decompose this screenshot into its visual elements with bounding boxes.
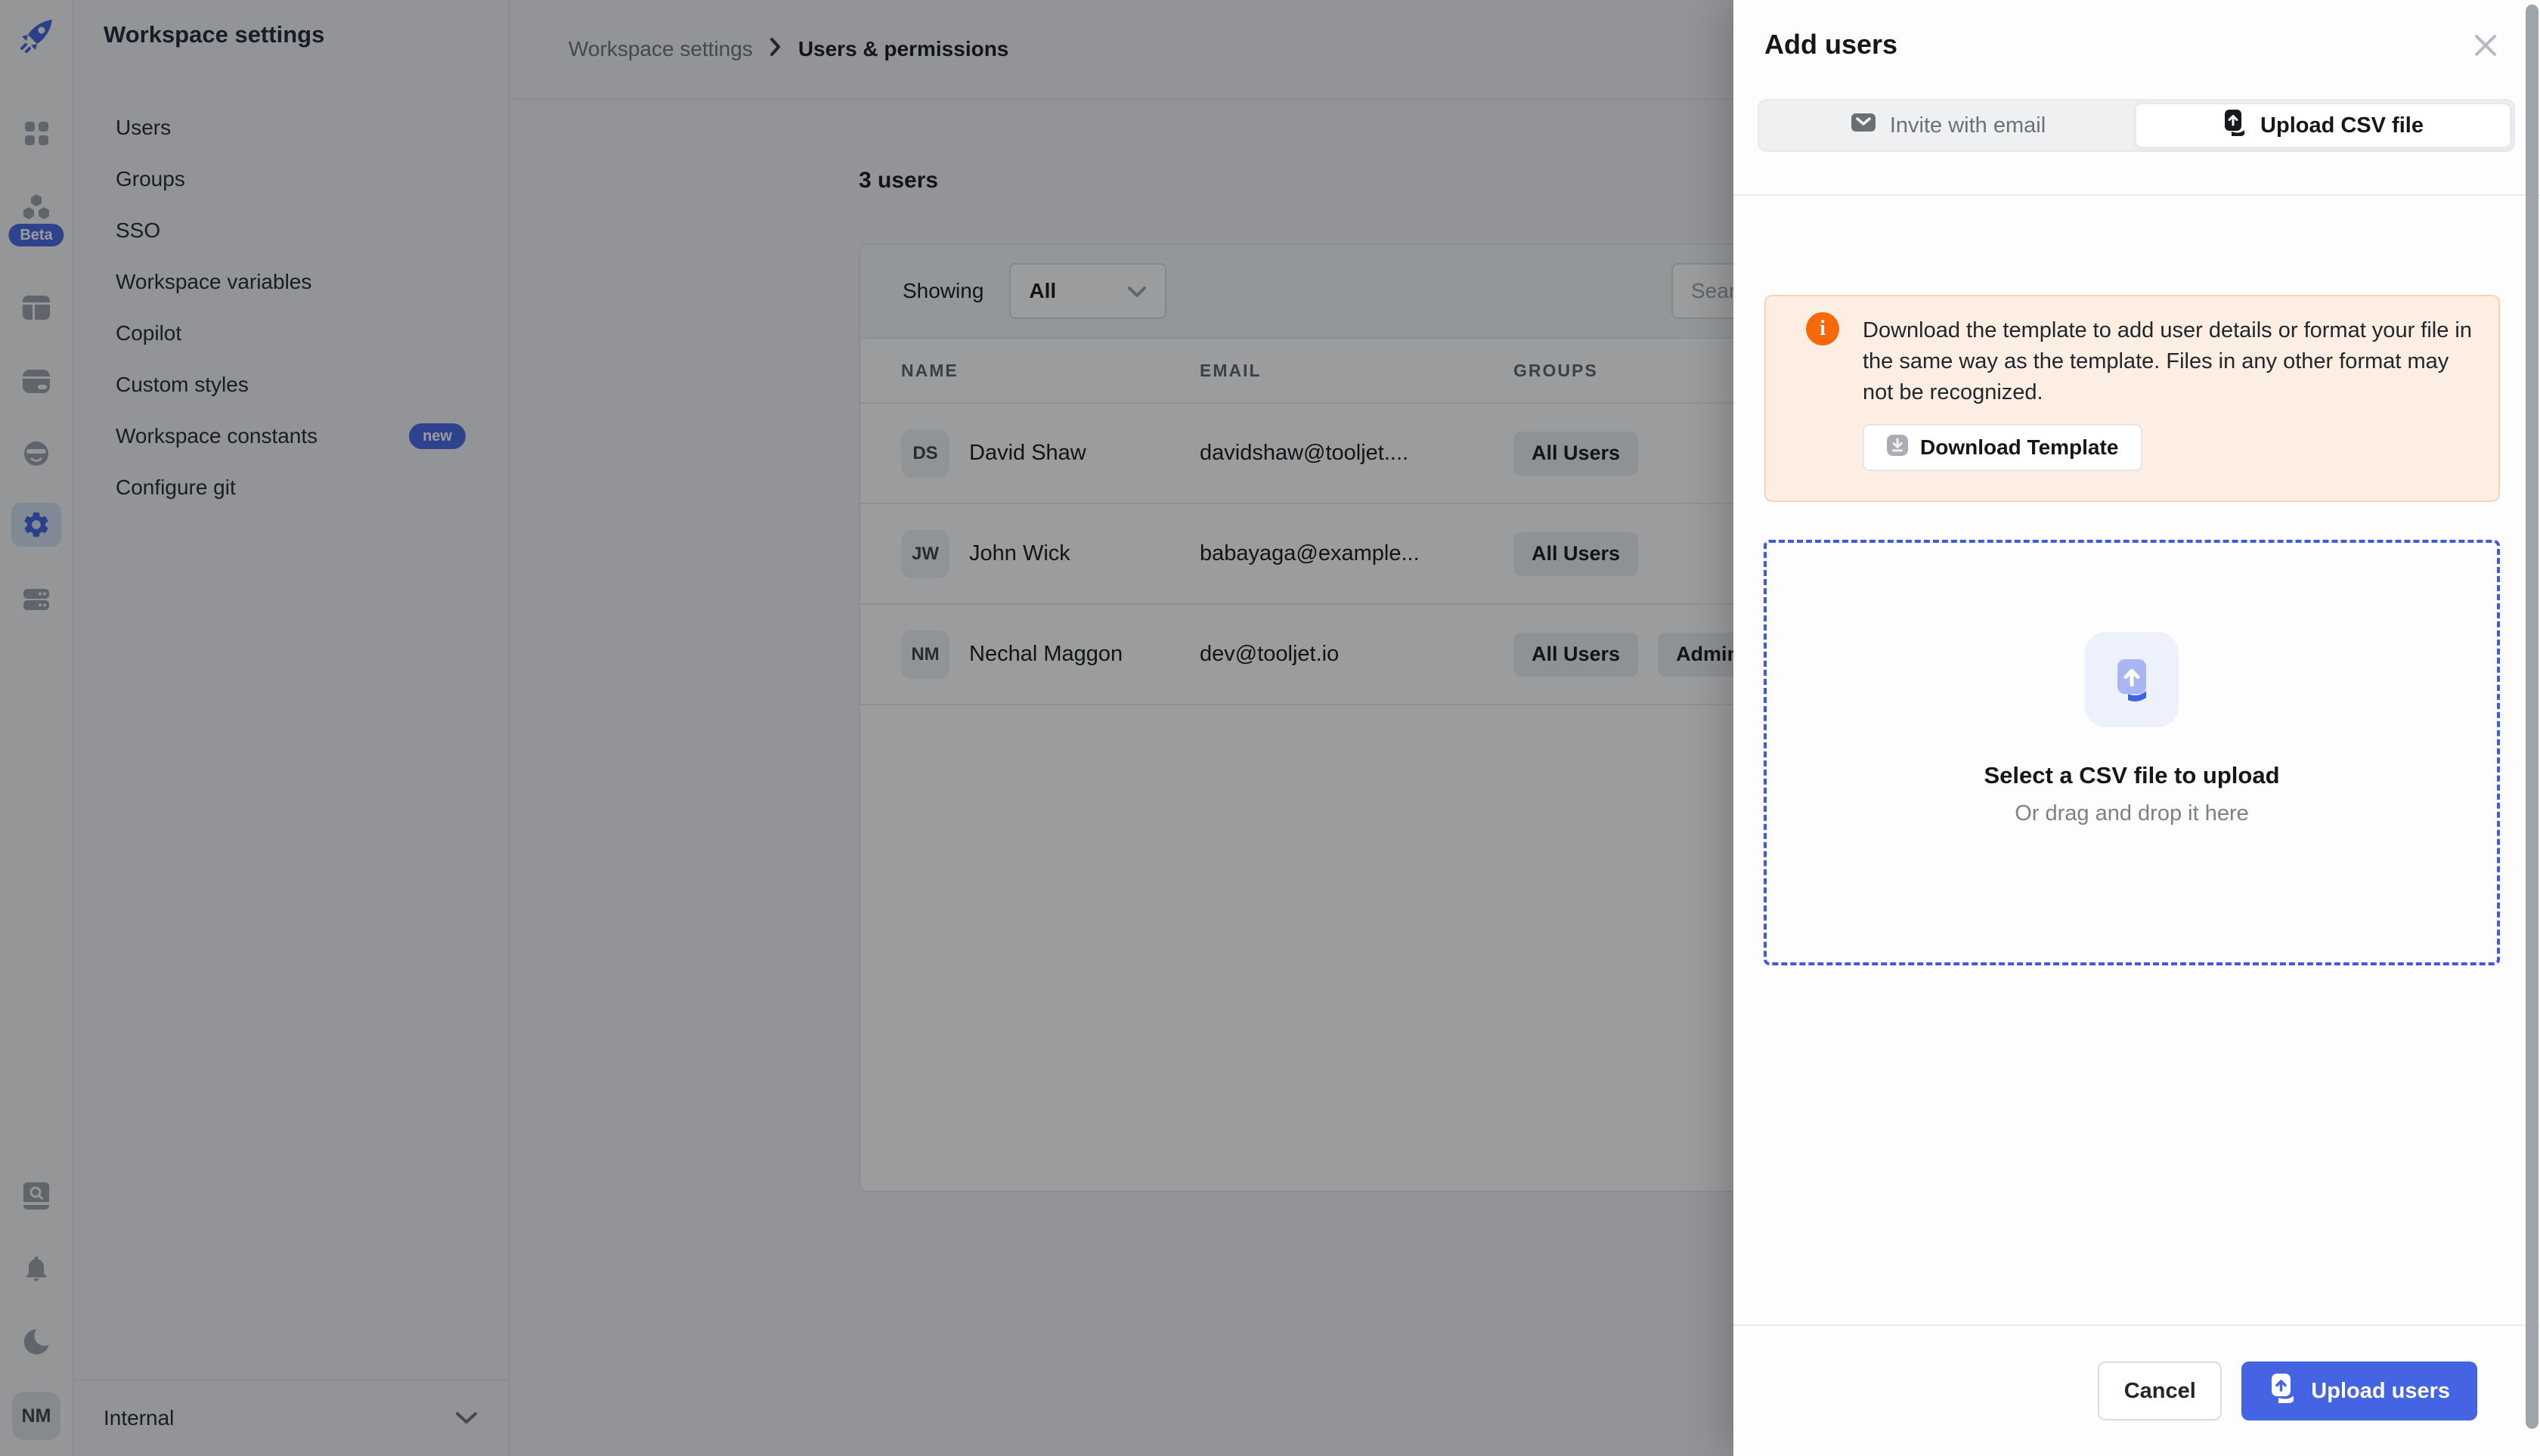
download-template-label: Download Template [1920,435,2118,460]
file-upload-icon [2222,109,2247,142]
cancel-label: Cancel [2124,1379,2196,1404]
tab-label: Upload CSV file [2260,113,2424,138]
dropzone-subtitle: Or drag and drop it here [1767,801,2497,826]
cancel-button[interactable]: Cancel [2098,1362,2222,1420]
drawer-footer: Cancel Upload users [1733,1324,2540,1456]
close-icon[interactable] [2467,27,2504,64]
divider [1733,194,2540,196]
scrollbar-thumb[interactable] [2526,5,2538,1429]
tab-upload-csv-file[interactable]: Upload CSV file [2135,103,2511,148]
mail-icon [1851,111,1876,140]
upload-users-button[interactable]: Upload users [2241,1362,2477,1420]
csv-dropzone[interactable]: Select a CSV file to upload Or drag and … [1764,540,2500,965]
app-root: Beta [0,0,2540,1456]
download-template-button[interactable]: Download Template [1863,424,2142,471]
info-icon: i [1806,312,1839,345]
add-users-drawer: Add users Invite with email Uplo [1733,0,2540,1456]
add-users-tabs: Invite with email Upload CSV file [1758,99,2515,152]
tab-invite-with-email[interactable]: Invite with email [1761,103,2135,148]
upload-users-label: Upload users [2311,1379,2450,1404]
modal-backdrop[interactable] [0,0,1733,1456]
csv-template-banner: i Download the template to add user deta… [1764,295,2500,502]
download-icon [1887,435,1908,461]
tab-label: Invite with email [1890,113,2046,138]
drawer-title: Add users [1764,29,1897,60]
file-upload-icon [2269,1373,2296,1409]
file-upload-icon [2085,632,2179,727]
banner-text: Download the template to add user detail… [1863,315,2475,408]
dropzone-title: Select a CSV file to upload [1767,762,2497,789]
